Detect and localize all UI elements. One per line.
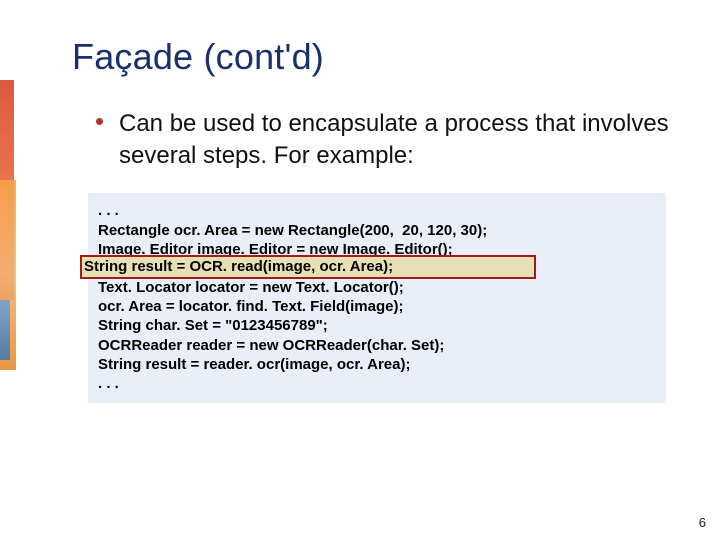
bullet-text: Can be used to encapsulate a process tha…	[119, 108, 690, 171]
code-line: . . .	[98, 375, 119, 392]
decorative-left-stripes	[0, 0, 18, 540]
highlighted-line-box: String result = OCR. read(image, ocr. Ar…	[80, 255, 536, 279]
code-example: . . . Rectangle ocr. Area = new Rectangl…	[88, 193, 666, 403]
bullet-dot-icon	[96, 118, 103, 125]
slide-title: Façade (cont'd)	[72, 36, 690, 78]
code-line: String result = reader. ocr(image, ocr. …	[98, 356, 410, 373]
page-number: 6	[699, 515, 706, 530]
code-line: String char. Set = "0123456789";	[98, 317, 328, 334]
highlighted-line-text: String result = OCR. read(image, ocr. Ar…	[84, 258, 393, 275]
code-line: . . .	[98, 202, 119, 219]
code-line: OCRReader reader = new OCRReader(char. S…	[98, 337, 444, 354]
code-block: . . . Rectangle ocr. Area = new Rectangl…	[88, 193, 666, 403]
code-line: Text. Locator locator = new Text. Locato…	[98, 279, 404, 296]
code-line: ocr. Area = locator. find. Text. Field(i…	[98, 298, 404, 315]
bullet-item: Can be used to encapsulate a process tha…	[96, 108, 690, 171]
code-line: Rectangle ocr. Area = new Rectangle(200,…	[98, 222, 487, 239]
slide-content: Façade (cont'd) Can be used to encapsula…	[72, 36, 690, 520]
